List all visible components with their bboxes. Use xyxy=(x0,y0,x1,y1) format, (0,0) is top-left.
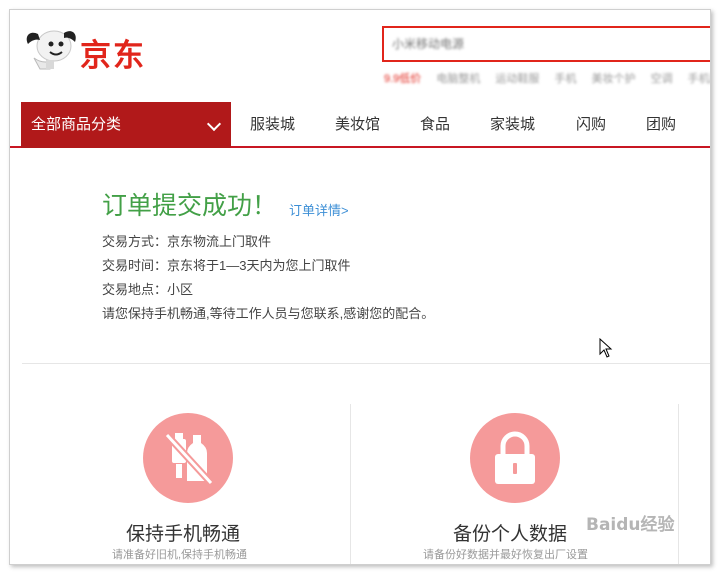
hot-word-link[interactable]: 电脑整机 xyxy=(436,73,480,85)
all-categories-button[interactable]: 全部商品分类 xyxy=(21,102,231,148)
order-detail-link[interactable]: 订单详情> xyxy=(289,200,349,219)
search-input[interactable] xyxy=(384,28,710,60)
trade-time: 交易时间：京东将于1—3天内为您上门取件 xyxy=(102,258,351,273)
trade-method: 交易方式：京东物流上门取件 xyxy=(102,234,272,249)
order-success-title: 订单提交成功！ xyxy=(102,191,278,220)
section-divider xyxy=(22,363,710,364)
browser-window: 京东 9.9低价 电脑整机 运动鞋服 手机 美妆个护 空调 手机配件 全部商品分… xyxy=(9,9,711,565)
trade-location: 交易地点：小区 xyxy=(102,282,194,297)
hot-word-link[interactable]: 运动鞋服 xyxy=(495,73,539,85)
baidu-watermark: Baidu经验 xyxy=(586,515,675,535)
nav-item-beauty[interactable]: 美妆馆 xyxy=(335,102,380,148)
card-divider xyxy=(350,404,351,564)
nav-item-clothing[interactable]: 服装城 xyxy=(250,102,295,148)
card-icon-circle xyxy=(470,413,560,503)
nav-item-flash[interactable]: 闪购 xyxy=(576,102,606,148)
hot-word-link[interactable]: 美妆个护 xyxy=(592,73,636,85)
hot-word-link[interactable]: 手机 xyxy=(554,73,576,85)
card-subtitle: 请备份好数据并最好恢复出厂设置 xyxy=(423,549,588,561)
card-icon-circle xyxy=(143,413,233,503)
mouse-cursor-icon xyxy=(599,338,613,358)
jd-logo[interactable]: 京东 xyxy=(20,24,160,74)
card-title: 备份个人数据 xyxy=(453,523,568,545)
contact-notice: 请您保持手机畅通,等待工作人员与您联系,感谢您的配合。 xyxy=(102,306,435,321)
chevron-down-icon xyxy=(206,116,222,132)
hot-word-link[interactable]: 空调 xyxy=(651,73,673,85)
search-box[interactable] xyxy=(382,26,710,62)
nav-item-food[interactable]: 食品 xyxy=(420,102,450,148)
nav-item-home[interactable]: 家装城 xyxy=(490,102,535,148)
card-title: 保持手机畅通 xyxy=(126,523,241,545)
hot-words: 9.9低价 电脑整机 运动鞋服 手机 美妆个护 空调 手机配件 xyxy=(384,70,710,85)
lock-icon xyxy=(495,431,535,484)
joy-dog-icon xyxy=(26,30,76,70)
hot-word-link[interactable]: 手机配件 xyxy=(688,73,710,85)
card-subtitle: 请准备好旧机,保持手机畅通 xyxy=(112,549,248,561)
all-categories-label: 全部商品分类 xyxy=(31,116,122,133)
phone-bottle-crossed-icon xyxy=(164,432,214,486)
hot-word-link[interactable]: 9.9低价 xyxy=(384,73,421,85)
main-nav: 全部商品分类 服装城 美妆馆 食品 家装城 闪购 团购 xyxy=(10,102,710,148)
logo-text: 京东 xyxy=(80,38,146,74)
nav-item-group[interactable]: 团购 xyxy=(646,102,676,148)
card-divider xyxy=(678,404,679,564)
